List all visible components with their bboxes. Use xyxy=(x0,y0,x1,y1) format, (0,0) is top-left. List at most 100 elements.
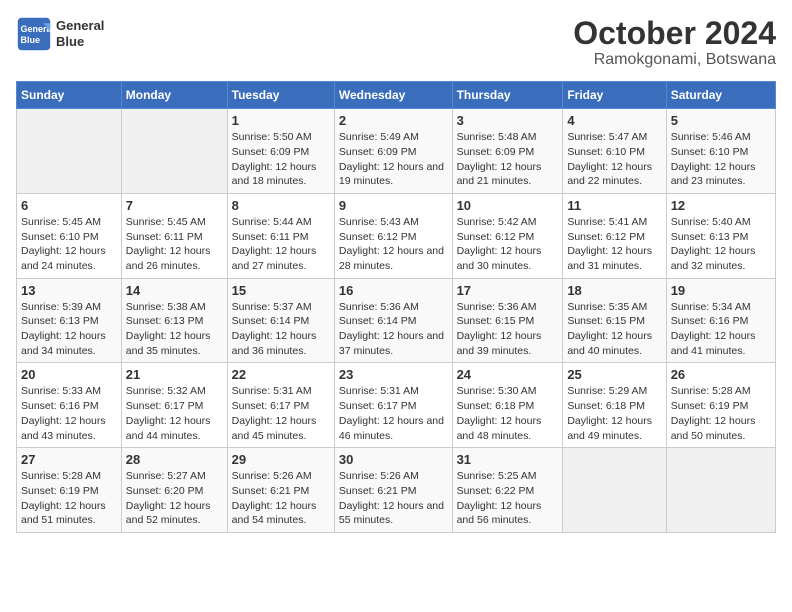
calendar-cell xyxy=(563,448,666,533)
calendar-cell: 1 Sunrise: 5:50 AMSunset: 6:09 PMDaylight… xyxy=(227,109,334,194)
week-row-2: 6 Sunrise: 5:45 AMSunset: 6:10 PMDaylight… xyxy=(17,193,776,278)
calendar-cell xyxy=(666,448,775,533)
cell-info: Sunrise: 5:44 AMSunset: 6:11 PMDaylight:… xyxy=(232,215,330,274)
week-row-4: 20 Sunrise: 5:33 AMSunset: 6:16 PMDayligh… xyxy=(17,363,776,448)
calendar-cell: 26 Sunrise: 5:28 AMSunset: 6:19 PMDayligh… xyxy=(666,363,775,448)
page-title: October 2024 xyxy=(573,16,776,51)
logo: General Blue General Blue xyxy=(16,16,104,52)
cell-info: Sunrise: 5:27 AMSunset: 6:20 PMDaylight:… xyxy=(126,469,223,528)
cell-date-number: 8 xyxy=(232,198,330,213)
svg-text:Blue: Blue xyxy=(21,35,41,45)
cell-date-number: 3 xyxy=(457,113,559,128)
cell-date-number: 19 xyxy=(671,283,771,298)
page-subtitle: Ramokgonami, Botswana xyxy=(573,51,776,69)
calendar-cell: 22 Sunrise: 5:31 AMSunset: 6:17 PMDayligh… xyxy=(227,363,334,448)
calendar-cell: 11 Sunrise: 5:41 AMSunset: 6:12 PMDayligh… xyxy=(563,193,666,278)
week-row-1: 1 Sunrise: 5:50 AMSunset: 6:09 PMDaylight… xyxy=(17,109,776,194)
cell-info: Sunrise: 5:45 AMSunset: 6:10 PMDaylight:… xyxy=(21,215,117,274)
cell-date-number: 15 xyxy=(232,283,330,298)
calendar-cell: 6 Sunrise: 5:45 AMSunset: 6:10 PMDaylight… xyxy=(17,193,122,278)
calendar-cell: 31 Sunrise: 5:25 AMSunset: 6:22 PMDayligh… xyxy=(452,448,563,533)
column-header-friday: Friday xyxy=(563,82,666,109)
calendar-cell: 13 Sunrise: 5:39 AMSunset: 6:13 PMDayligh… xyxy=(17,278,122,363)
cell-info: Sunrise: 5:36 AMSunset: 6:15 PMDaylight:… xyxy=(457,300,559,359)
cell-date-number: 29 xyxy=(232,452,330,467)
cell-date-number: 14 xyxy=(126,283,223,298)
cell-date-number: 6 xyxy=(21,198,117,213)
cell-info: Sunrise: 5:47 AMSunset: 6:10 PMDaylight:… xyxy=(567,130,661,189)
cell-info: Sunrise: 5:33 AMSunset: 6:16 PMDaylight:… xyxy=(21,384,117,443)
cell-info: Sunrise: 5:31 AMSunset: 6:17 PMDaylight:… xyxy=(339,384,448,443)
cell-date-number: 7 xyxy=(126,198,223,213)
cell-info: Sunrise: 5:30 AMSunset: 6:18 PMDaylight:… xyxy=(457,384,559,443)
cell-info: Sunrise: 5:28 AMSunset: 6:19 PMDaylight:… xyxy=(671,384,771,443)
calendar-cell: 4Sunrise: 5:47 AMSunset: 6:10 PMDaylight… xyxy=(563,109,666,194)
cell-info: Sunrise: 5:26 AMSunset: 6:21 PMDaylight:… xyxy=(339,469,448,528)
cell-info: Sunrise: 5:50 AMSunset: 6:09 PMDaylight:… xyxy=(232,130,330,189)
cell-date-number: 9 xyxy=(339,198,448,213)
calendar-cell: 30Sunrise: 5:26 AMSunset: 6:21 PMDayligh… xyxy=(334,448,452,533)
calendar-cell: 28Sunrise: 5:27 AMSunset: 6:20 PMDayligh… xyxy=(121,448,227,533)
calendar-cell: 7 Sunrise: 5:45 AMSunset: 6:11 PMDaylight… xyxy=(121,193,227,278)
calendar-cell: 14Sunrise: 5:38 AMSunset: 6:13 PMDayligh… xyxy=(121,278,227,363)
cell-date-number: 16 xyxy=(339,283,448,298)
cell-info: Sunrise: 5:46 AMSunset: 6:10 PMDaylight:… xyxy=(671,130,771,189)
cell-date-number: 25 xyxy=(567,367,661,382)
cell-date-number: 1 xyxy=(232,113,330,128)
cell-info: Sunrise: 5:34 AMSunset: 6:16 PMDaylight:… xyxy=(671,300,771,359)
logo-text: General Blue xyxy=(56,18,104,49)
cell-info: Sunrise: 5:40 AMSunset: 6:13 PMDaylight:… xyxy=(671,215,771,274)
cell-info: Sunrise: 5:49 AMSunset: 6:09 PMDaylight:… xyxy=(339,130,448,189)
cell-info: Sunrise: 5:43 AMSunset: 6:12 PMDaylight:… xyxy=(339,215,448,274)
column-header-saturday: Saturday xyxy=(666,82,775,109)
cell-date-number: 10 xyxy=(457,198,559,213)
cell-date-number: 20 xyxy=(21,367,117,382)
calendar-table: SundayMondayTuesdayWednesdayThursdayFrid… xyxy=(16,81,776,533)
cell-date-number: 22 xyxy=(232,367,330,382)
calendar-cell: 15 Sunrise: 5:37 AMSunset: 6:14 PMDayligh… xyxy=(227,278,334,363)
cell-info: Sunrise: 5:48 AMSunset: 6:09 PMDaylight:… xyxy=(457,130,559,189)
column-header-tuesday: Tuesday xyxy=(227,82,334,109)
calendar-cell: 16Sunrise: 5:36 AMSunset: 6:14 PMDayligh… xyxy=(334,278,452,363)
logo-icon: General Blue xyxy=(16,16,52,52)
calendar-cell: 19 Sunrise: 5:34 AMSunset: 6:16 PMDayligh… xyxy=(666,278,775,363)
cell-info: Sunrise: 5:35 AMSunset: 6:15 PMDaylight:… xyxy=(567,300,661,359)
column-header-sunday: Sunday xyxy=(17,82,122,109)
page-header: General Blue General Blue October 2024 R… xyxy=(16,16,776,69)
cell-info: Sunrise: 5:39 AMSunset: 6:13 PMDaylight:… xyxy=(21,300,117,359)
calendar-cell: 24Sunrise: 5:30 AMSunset: 6:18 PMDayligh… xyxy=(452,363,563,448)
calendar-cell: 29Sunrise: 5:26 AMSunset: 6:21 PMDayligh… xyxy=(227,448,334,533)
calendar-cell: 10 Sunrise: 5:42 AMSunset: 6:12 PMDayligh… xyxy=(452,193,563,278)
cell-info: Sunrise: 5:25 AMSunset: 6:22 PMDaylight:… xyxy=(457,469,559,528)
cell-date-number: 13 xyxy=(21,283,117,298)
calendar-cell: 21 Sunrise: 5:32 AMSunset: 6:17 PMDayligh… xyxy=(121,363,227,448)
week-row-5: 27Sunrise: 5:28 AMSunset: 6:19 PMDayligh… xyxy=(17,448,776,533)
cell-info: Sunrise: 5:45 AMSunset: 6:11 PMDaylight:… xyxy=(126,215,223,274)
cell-date-number: 21 xyxy=(126,367,223,382)
cell-date-number: 17 xyxy=(457,283,559,298)
week-row-3: 13 Sunrise: 5:39 AMSunset: 6:13 PMDayligh… xyxy=(17,278,776,363)
calendar-cell: 25 Sunrise: 5:29 AMSunset: 6:18 PMDayligh… xyxy=(563,363,666,448)
calendar-cell: 9 Sunrise: 5:43 AMSunset: 6:12 PMDaylight… xyxy=(334,193,452,278)
cell-date-number: 11 xyxy=(567,198,661,213)
calendar-cell: 23 Sunrise: 5:31 AMSunset: 6:17 PMDayligh… xyxy=(334,363,452,448)
cell-date-number: 12 xyxy=(671,198,771,213)
cell-date-number: 18 xyxy=(567,283,661,298)
cell-info: Sunrise: 5:41 AMSunset: 6:12 PMDaylight:… xyxy=(567,215,661,274)
calendar-cell xyxy=(121,109,227,194)
cell-info: Sunrise: 5:32 AMSunset: 6:17 PMDaylight:… xyxy=(126,384,223,443)
cell-info: Sunrise: 5:28 AMSunset: 6:19 PMDaylight:… xyxy=(21,469,117,528)
calendar-cell: 20 Sunrise: 5:33 AMSunset: 6:16 PMDayligh… xyxy=(17,363,122,448)
cell-date-number: 31 xyxy=(457,452,559,467)
cell-date-number: 26 xyxy=(671,367,771,382)
cell-date-number: 5 xyxy=(671,113,771,128)
column-header-monday: Monday xyxy=(121,82,227,109)
cell-info: Sunrise: 5:29 AMSunset: 6:18 PMDaylight:… xyxy=(567,384,661,443)
column-header-thursday: Thursday xyxy=(452,82,563,109)
calendar-cell: 18 Sunrise: 5:35 AMSunset: 6:15 PMDayligh… xyxy=(563,278,666,363)
cell-info: Sunrise: 5:37 AMSunset: 6:14 PMDaylight:… xyxy=(232,300,330,359)
cell-info: Sunrise: 5:42 AMSunset: 6:12 PMDaylight:… xyxy=(457,215,559,274)
cell-info: Sunrise: 5:31 AMSunset: 6:17 PMDaylight:… xyxy=(232,384,330,443)
calendar-cell xyxy=(17,109,122,194)
cell-date-number: 23 xyxy=(339,367,448,382)
